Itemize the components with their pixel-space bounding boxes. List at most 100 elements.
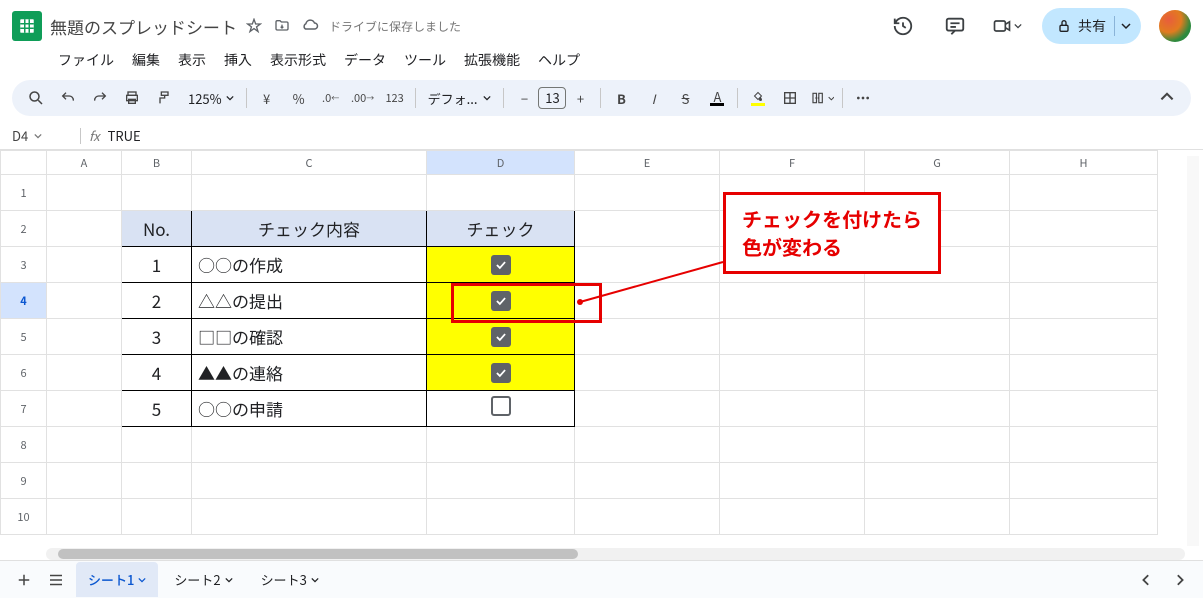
cell-H2[interactable]	[1010, 211, 1158, 247]
cell-C6[interactable]: ▲▲の連絡	[192, 355, 427, 391]
comment-icon[interactable]	[938, 9, 972, 43]
sheet-nav-left-icon[interactable]	[1135, 568, 1159, 592]
checkbox-icon[interactable]	[491, 327, 511, 347]
row-header-10[interactable]: 10	[1, 499, 47, 535]
all-sheets-icon[interactable]	[44, 568, 68, 592]
sheet-tab-シート2[interactable]: シート2	[162, 562, 244, 597]
cell-H7[interactable]	[1010, 391, 1158, 427]
cloud-saved-icon[interactable]	[299, 15, 321, 37]
cell-C9[interactable]	[192, 463, 427, 499]
cell-D4[interactable]	[427, 283, 575, 319]
menu-挿入[interactable]: 挿入	[216, 46, 260, 74]
cell-H9[interactable]	[1010, 463, 1158, 499]
cell-B8[interactable]	[122, 427, 192, 463]
row-header-8[interactable]: 8	[1, 427, 47, 463]
cell-F4[interactable]	[720, 283, 865, 319]
merge-cells-icon[interactable]	[810, 86, 834, 110]
cell-D2[interactable]: チェック	[427, 211, 575, 247]
search-icon[interactable]	[24, 86, 48, 110]
vertical-scrollbar[interactable]	[1187, 156, 1199, 546]
cell-H4[interactable]	[1010, 283, 1158, 319]
cell-F6[interactable]	[720, 355, 865, 391]
cell-B3[interactable]: 1	[122, 247, 192, 283]
share-dropdown-icon[interactable]	[1114, 16, 1131, 36]
doc-title[interactable]: 無題のスプレッドシート	[50, 14, 237, 39]
add-sheet-icon[interactable]	[12, 568, 36, 592]
cell-C5[interactable]: □□の確認	[192, 319, 427, 355]
row-header-1[interactable]: 1	[1, 175, 47, 211]
cell-A10[interactable]	[47, 499, 122, 535]
col-header-E[interactable]: E	[575, 151, 720, 175]
cell-D3[interactable]	[427, 247, 575, 283]
redo-icon[interactable]	[88, 86, 112, 110]
cell-A4[interactable]	[47, 283, 122, 319]
menu-拡張機能[interactable]: 拡張機能	[456, 46, 528, 74]
cell-C1[interactable]	[192, 175, 427, 211]
col-header-G[interactable]: G	[865, 151, 1010, 175]
cell-A6[interactable]	[47, 355, 122, 391]
cell-F5[interactable]	[720, 319, 865, 355]
cell-A3[interactable]	[47, 247, 122, 283]
cell-B6[interactable]: 4	[122, 355, 192, 391]
row-header-9[interactable]: 9	[1, 463, 47, 499]
zoom-select[interactable]: 125%	[184, 89, 238, 108]
horizontal-scrollbar[interactable]	[46, 548, 1185, 560]
checkbox-icon[interactable]	[491, 255, 511, 275]
cell-A9[interactable]	[47, 463, 122, 499]
cell-D8[interactable]	[427, 427, 575, 463]
cell-H8[interactable]	[1010, 427, 1158, 463]
checkbox-icon[interactable]	[491, 291, 511, 311]
account-avatar[interactable]	[1159, 10, 1191, 42]
cell-E7[interactable]	[575, 391, 720, 427]
checkbox-icon[interactable]	[491, 363, 511, 383]
move-icon[interactable]	[271, 15, 293, 37]
col-header-A[interactable]: A	[47, 151, 122, 175]
more-formats-icon[interactable]: 123	[383, 86, 407, 110]
undo-icon[interactable]	[56, 86, 80, 110]
sheet-tab-シート3[interactable]: シート3	[249, 562, 331, 597]
cell-A1[interactable]	[47, 175, 122, 211]
col-header-B[interactable]: B	[122, 151, 192, 175]
cell-A7[interactable]	[47, 391, 122, 427]
font-select[interactable]: デフォ...	[424, 89, 496, 108]
increase-decimal-icon[interactable]: .00→	[351, 86, 375, 110]
menu-ヘルプ[interactable]: ヘルプ	[530, 46, 588, 74]
cell-B5[interactable]: 3	[122, 319, 192, 355]
cell-G7[interactable]	[865, 391, 1010, 427]
font-size-decrease[interactable]: −	[512, 86, 536, 110]
cell-D10[interactable]	[427, 499, 575, 535]
cell-E9[interactable]	[575, 463, 720, 499]
cell-A5[interactable]	[47, 319, 122, 355]
cell-G9[interactable]	[865, 463, 1010, 499]
cell-E5[interactable]	[575, 319, 720, 355]
cell-H10[interactable]	[1010, 499, 1158, 535]
cell-D9[interactable]	[427, 463, 575, 499]
meet-icon[interactable]	[990, 9, 1024, 43]
select-all-corner[interactable]	[1, 151, 47, 175]
cell-B1[interactable]	[122, 175, 192, 211]
cell-C10[interactable]	[192, 499, 427, 535]
text-color-icon[interactable]: A	[705, 86, 729, 110]
sheet-nav-right-icon[interactable]	[1167, 568, 1191, 592]
star-icon[interactable]	[243, 15, 265, 37]
currency-icon[interactable]: ¥	[255, 86, 279, 110]
percent-icon[interactable]: %	[287, 86, 311, 110]
print-icon[interactable]	[120, 86, 144, 110]
row-header-5[interactable]: 5	[1, 319, 47, 355]
cell-E6[interactable]	[575, 355, 720, 391]
row-header-7[interactable]: 7	[1, 391, 47, 427]
cell-C4[interactable]: △△の提出	[192, 283, 427, 319]
cell-F7[interactable]	[720, 391, 865, 427]
cell-H1[interactable]	[1010, 175, 1158, 211]
share-button[interactable]: 共有	[1042, 8, 1141, 44]
strikethrough-icon[interactable]: S	[673, 86, 697, 110]
cell-B7[interactable]: 5	[122, 391, 192, 427]
cell-A2[interactable]	[47, 211, 122, 247]
cell-C8[interactable]	[192, 427, 427, 463]
more-toolbar-icon[interactable]	[851, 86, 875, 110]
cell-E3[interactable]	[575, 247, 720, 283]
cell-B10[interactable]	[122, 499, 192, 535]
cell-E1[interactable]	[575, 175, 720, 211]
row-header-3[interactable]: 3	[1, 247, 47, 283]
cell-D7[interactable]	[427, 391, 575, 427]
